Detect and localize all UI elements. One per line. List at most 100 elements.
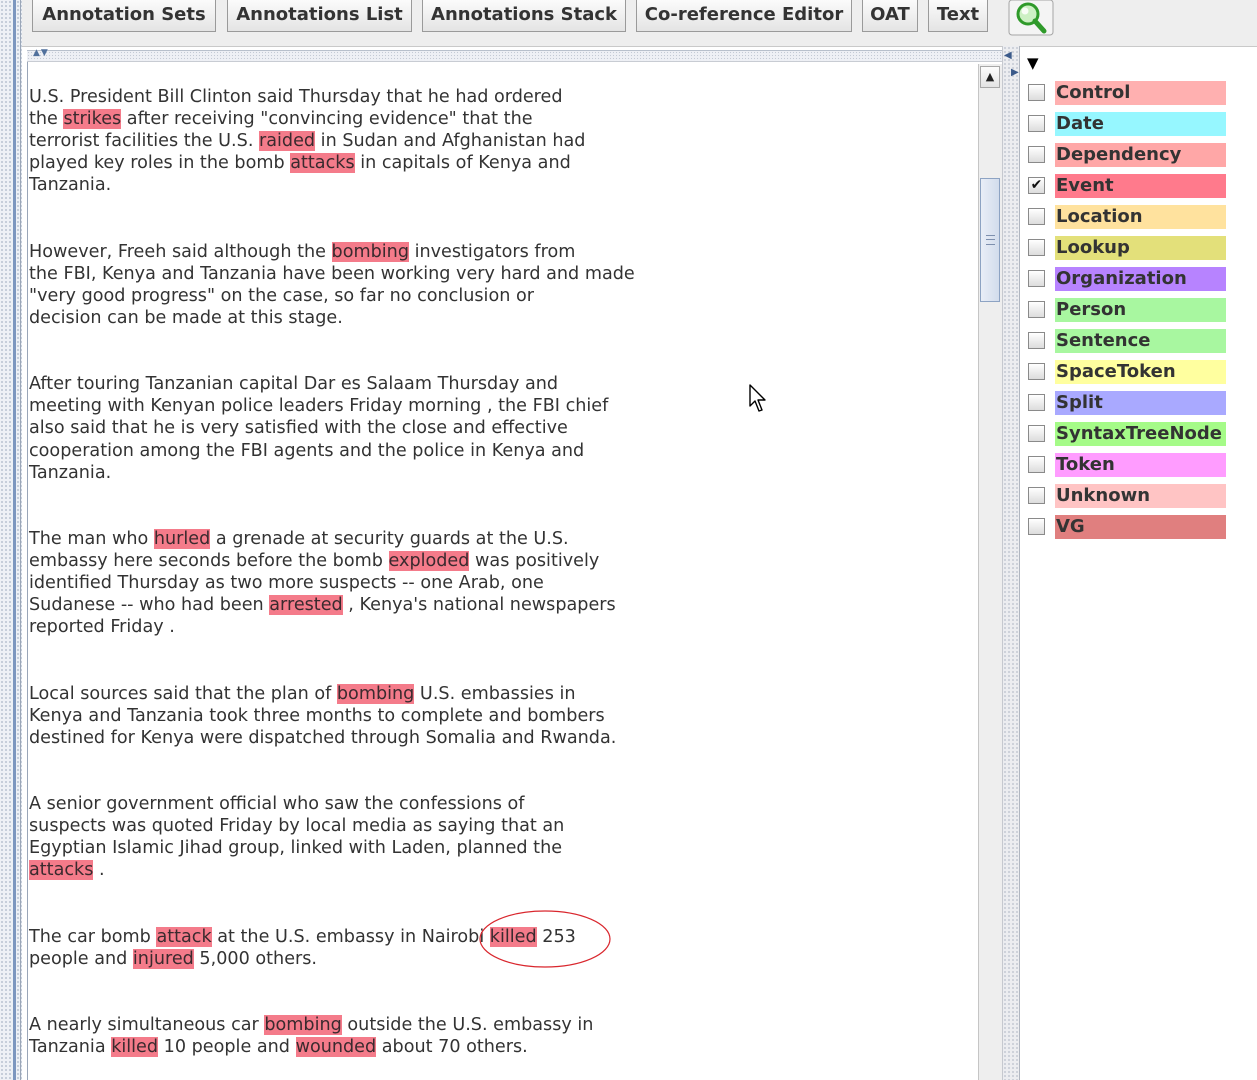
token-checkbox[interactable] [1028,456,1045,473]
syntaxtreenode-checkbox[interactable] [1028,425,1045,442]
control-checkbox[interactable] [1028,84,1045,101]
document-paragraph: Local sources said that the plan of bomb… [29,683,709,749]
event-annotation-highlight[interactable]: raided [259,131,316,152]
document-text-span: embassy here seconds before the bomb [29,550,389,571]
pane-splitter[interactable]: ◀ ▶ [1002,46,1020,1080]
document-text-span: decision can be made at this stage. [29,307,343,328]
document-paragraph: The man who hurled a grenade at security… [29,528,709,638]
sentence-checkbox[interactable] [1028,332,1045,349]
document-paragraph: A senior government official who saw the… [29,793,709,881]
document-text-span: Kenya and Tanzania took three months to … [29,705,605,726]
document-text-span: 10 people and [158,1037,296,1058]
document-text-span: identified Thursday as two more suspects… [29,573,544,594]
document-text-span: about 70 others. [376,1037,528,1058]
document-text-span: destined for Kenya were dispatched throu… [29,727,617,748]
event-annotation-highlight[interactable]: bombing [336,683,415,704]
document-text-span: in Sudan and Afghanistan had [315,131,586,152]
tab-annotations-list[interactable]: Annotations List [227,0,412,32]
document-text-span: After touring Tanzanian capital Dar es S… [29,374,559,395]
lookup-checkbox[interactable] [1028,239,1045,256]
date-type-label[interactable]: Date [1055,112,1226,136]
tab-coreference-editor[interactable]: Co-reference Editor [636,0,852,32]
split-type-label[interactable]: Split [1055,391,1226,415]
tab-text[interactable]: Text [928,0,988,32]
event-annotation-highlight[interactable]: bombing [331,241,409,262]
expand-left-arrow-icon[interactable]: ◀ [1004,51,1012,61]
event-checkbox[interactable]: ✔ [1028,177,1045,194]
lookup-type-label[interactable]: Lookup [1055,236,1226,260]
event-annotation-highlight[interactable]: attacks [290,153,355,174]
window-left-edge [0,0,22,1080]
document-text-span: The man who [29,528,154,549]
document-panel-header: ▲▼ [27,48,1002,62]
document-text-span: Egyptian Islamic Jihad group, linked wit… [29,838,563,859]
organization-type-label[interactable]: Organization [1055,267,1226,291]
event-type-label[interactable]: Event [1055,174,1226,198]
document-text-span: reported Friday . [29,617,175,638]
document-text-span: 5,000 others. [193,948,318,969]
document-text-span: the [29,109,64,130]
event-annotation-highlight[interactable]: killed [111,1037,159,1058]
expand-right-arrow-icon[interactable]: ▶ [1011,68,1019,78]
grip-icon [986,235,995,245]
event-annotation-highlight[interactable]: arrested [269,595,343,616]
document-text-span: U.S. embassies in [414,683,576,704]
syntaxtreenode-type-label[interactable]: SyntaxTreeNode [1055,422,1226,446]
document-text-span: terrorist facilities the U.S. [29,131,260,152]
sentence-type-label[interactable]: Sentence [1055,329,1226,353]
event-annotation-highlight[interactable]: strikes [63,109,122,130]
token-type-label[interactable]: Token [1055,453,1226,477]
annotation-types-panel: ▼ Control Date Dependency ✔ Event Location Loo… [1020,47,1257,1080]
event-annotation-highlight[interactable]: exploded [388,550,470,571]
collapse-arrows-icon[interactable]: ▲▼ [33,48,49,58]
vg-type-label[interactable]: VG [1055,515,1226,539]
tab-annotation-sets[interactable]: Annotation Sets [32,0,216,32]
scroll-up-arrow-icon[interactable]: ▲ [980,66,1000,88]
unknown-type-label[interactable]: Unknown [1055,484,1226,508]
document-paragraph: However, Freeh said although the bombing… [29,241,709,329]
split-checkbox[interactable] [1028,394,1045,411]
date-checkbox[interactable] [1028,115,1045,132]
vertical-scrollbar[interactable]: ▲ [978,64,1002,1080]
document-text-span: . [93,860,105,881]
vg-checkbox[interactable] [1028,518,1045,535]
event-annotation-highlight[interactable]: attack [156,926,212,947]
document-text-span: cooperation among the FBI agents and the… [29,440,585,461]
red-circle-annotation [479,910,611,968]
event-annotation-highlight[interactable]: hurled [153,528,211,549]
unknown-checkbox[interactable] [1028,487,1045,504]
document-text-span: Tanzania [29,1037,112,1058]
collapse-down-arrow-icon[interactable]: ▼ [1027,56,1039,71]
dependency-type-label[interactable]: Dependency [1055,143,1226,167]
location-checkbox[interactable] [1028,208,1045,225]
view-toolbar: Annotation Sets Annotations List Annotat… [22,0,1257,46]
document-paragraph: A nearly simultaneous car bombing outsid… [29,1014,709,1058]
tab-annotations-stack[interactable]: Annotations Stack [422,0,626,32]
document-text-span: "very good progress" on the case, so far… [29,285,534,306]
window-border [13,0,16,1080]
spacetoken-type-label[interactable]: SpaceToken [1055,360,1226,384]
document-text-span: played key roles in the bomb [29,153,291,174]
person-type-label[interactable]: Person [1055,298,1226,322]
document-text-span: Local sources said that the plan of [29,683,337,704]
search-icon[interactable] [1008,0,1054,36]
organization-checkbox[interactable] [1028,270,1045,287]
document-text-span: investigators from [409,241,576,262]
location-type-label[interactable]: Location [1055,205,1226,229]
event-annotation-highlight[interactable]: wounded [295,1037,377,1058]
document-text-span: suspects was quoted Friday by local medi… [29,816,565,837]
document-text-span: Sudanese -- who had been [29,595,270,616]
spacetoken-checkbox[interactable] [1028,363,1045,380]
document-text-span: a grenade at security guards at the U.S. [210,528,569,549]
control-type-label[interactable]: Control [1055,81,1226,105]
event-annotation-highlight[interactable]: bombing [264,1014,342,1035]
document-text-span: A senior government official who saw the… [29,794,525,814]
person-checkbox[interactable] [1028,301,1045,318]
scrollbar-thumb[interactable] [980,178,1000,302]
document-text-span: at the U.S. embassy in Nairobi [211,926,490,947]
dependency-checkbox[interactable] [1028,146,1045,163]
document-paragraph: U.S. President Bill Clinton said Thursda… [29,86,709,196]
tab-oat[interactable]: OAT [862,0,918,32]
event-annotation-highlight[interactable]: injured [132,948,194,969]
event-annotation-highlight[interactable]: attacks [29,860,94,881]
